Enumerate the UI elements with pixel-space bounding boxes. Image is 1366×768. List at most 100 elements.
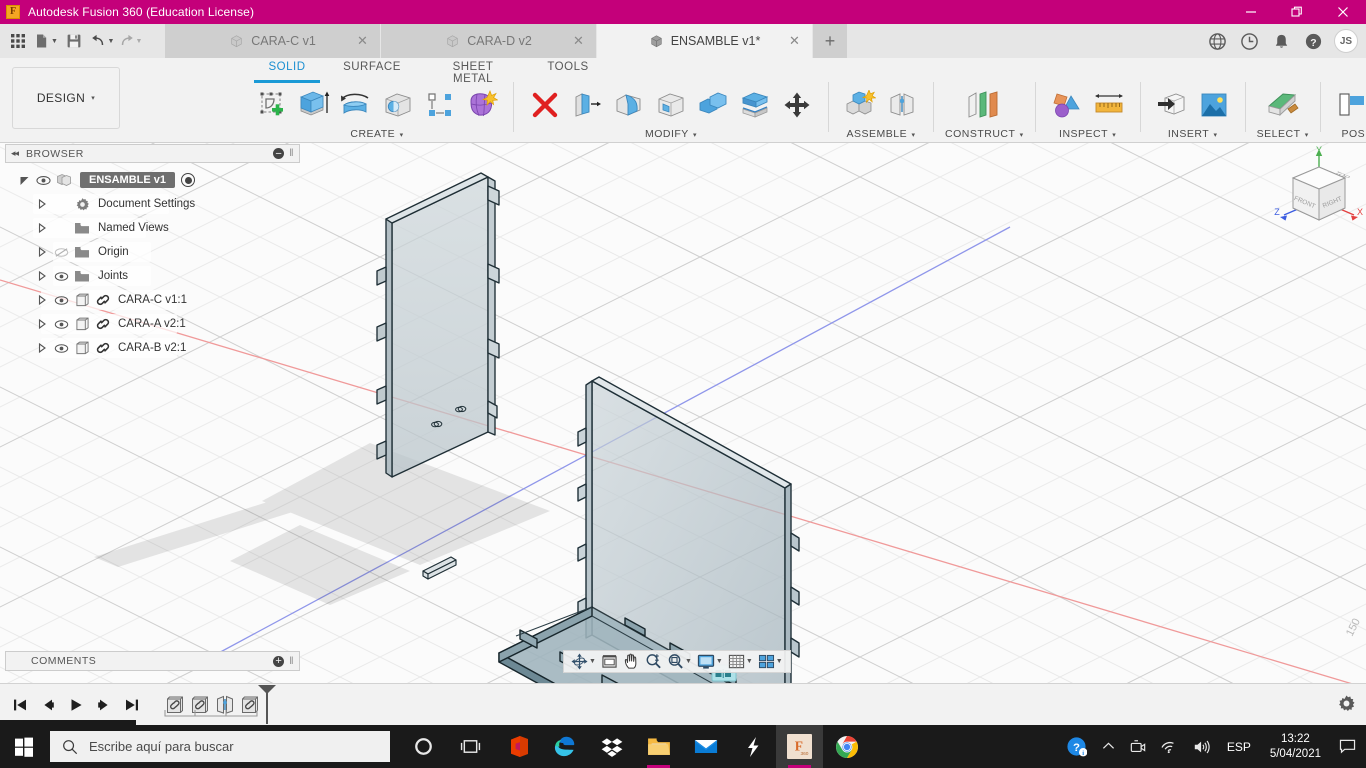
ribbon-group-label[interactable]: SELECT ▾ — [1257, 128, 1309, 140]
edge-icon[interactable] — [541, 725, 588, 768]
hole-icon[interactable] — [378, 84, 418, 126]
dropbox-icon[interactable] — [588, 725, 635, 768]
look-at-icon[interactable] — [599, 651, 620, 672]
save-button[interactable] — [61, 28, 87, 54]
timeline-settings-button[interactable] — [1337, 694, 1356, 716]
visibility-eye-icon[interactable] — [51, 271, 71, 282]
ribbon-tab-solid[interactable]: SOLID — [248, 61, 326, 83]
close-tab-icon[interactable]: ✕ — [787, 33, 802, 48]
grid-snaps-icon[interactable]: ▼ — [726, 651, 755, 672]
document-tab-cara-c[interactable]: CARA-C v1 ✕ — [165, 24, 381, 58]
timeline-step-back-button[interactable] — [36, 693, 60, 717]
close-tab-icon[interactable]: ✕ — [355, 33, 370, 48]
file-menu-button[interactable]: ▼ — [33, 28, 59, 54]
panel-resize-grip[interactable]: ‖ — [289, 148, 294, 159]
start-button[interactable] — [0, 725, 48, 768]
document-tab-ensamble[interactable]: ENSAMBLE v1* ✕ — [597, 24, 813, 58]
expand-triangle-icon[interactable] — [33, 271, 51, 281]
expand-triangle-icon[interactable] — [33, 343, 51, 353]
ribbon-group-label[interactable]: INSPECT ▾ — [1059, 128, 1116, 140]
tree-item-cara-b[interactable]: CARA-B v2:1 — [5, 336, 300, 360]
fillet-icon[interactable] — [609, 84, 649, 126]
panel-resize-grip[interactable]: ‖ — [289, 656, 294, 667]
help-support-icon[interactable]: ? i — [1059, 725, 1094, 768]
taskview-icon[interactable] — [447, 725, 494, 768]
viewports-icon[interactable]: ▼ — [756, 651, 785, 672]
timeline-begin-button[interactable] — [8, 693, 32, 717]
ribbon-group-label[interactable]: MODIFY ▾ — [645, 128, 697, 140]
interference-icon[interactable] — [1047, 84, 1087, 126]
view-cube[interactable]: Y X Z TOP FRONT RIGHT — [1262, 145, 1366, 241]
tree-item-ensamble[interactable]: ENSAMBLE v1 — [5, 168, 300, 192]
language-indicator[interactable]: ESP — [1219, 725, 1259, 768]
new-component-icon[interactable] — [840, 84, 880, 126]
ribbon-group-label[interactable]: POSITION ▾ — [1341, 128, 1366, 140]
chrome-icon[interactable] — [823, 725, 870, 768]
user-avatar[interactable]: JS — [1334, 29, 1358, 53]
visibility-eye-icon[interactable] — [51, 295, 71, 306]
tree-item-origin[interactable]: Origin — [5, 240, 300, 264]
ribbon-group-label[interactable]: ASSEMBLE ▾ — [846, 128, 915, 140]
taskbar-clock[interactable]: 13:22 5/04/2021 — [1260, 725, 1331, 768]
taskbar-search-box[interactable]: Escribe aquí para buscar — [50, 731, 390, 762]
collapse-panel-icon[interactable]: ◂◂ — [11, 148, 19, 159]
expand-triangle-icon[interactable] — [33, 319, 51, 329]
move-copy-icon[interactable] — [777, 84, 817, 126]
expand-triangle-icon[interactable] — [33, 295, 51, 305]
revolve-icon[interactable] — [336, 84, 376, 126]
ribbon-group-label[interactable]: CONSTRUCT ▾ — [945, 128, 1024, 140]
minimize-panel-icon[interactable]: − — [273, 148, 285, 159]
visibility-eye-icon[interactable] — [33, 175, 53, 186]
orbit-icon[interactable]: ▼ — [569, 651, 598, 672]
volume-icon[interactable] — [1186, 725, 1218, 768]
measure-icon[interactable] — [1089, 84, 1129, 126]
insert-canvas-icon[interactable] — [1194, 84, 1234, 126]
timeline-step-forward-button[interactable] — [92, 693, 116, 717]
notification-center-icon[interactable] — [1332, 725, 1362, 768]
restore-button[interactable] — [1274, 0, 1320, 24]
tree-item-named-views[interactable]: Named Views — [5, 216, 300, 240]
close-tab-icon[interactable]: ✕ — [571, 33, 586, 48]
mail-icon[interactable] — [682, 725, 729, 768]
show-hidden-icons-button[interactable] — [1095, 725, 1122, 768]
expand-triangle-icon[interactable] — [33, 199, 51, 209]
display-settings-icon[interactable]: ▼ — [695, 651, 725, 672]
ribbon-tab-sheet-metal[interactable]: SHEET METAL — [418, 61, 528, 85]
press-pull-icon[interactable] — [525, 84, 565, 126]
chevron-down-icon[interactable]: ▼ — [776, 658, 783, 665]
create-sketch-icon[interactable] — [252, 84, 292, 126]
shareit-icon[interactable] — [729, 725, 776, 768]
fit-icon[interactable]: ▼ — [665, 651, 694, 672]
bell-icon[interactable] — [1267, 27, 1295, 55]
visibility-eye-icon[interactable] — [51, 319, 71, 330]
ribbon-group-label[interactable]: CREATE ▾ — [350, 128, 403, 140]
offset-plane-icon[interactable] — [956, 84, 1012, 126]
close-button[interactable] — [1320, 0, 1366, 24]
timeline-end-marker[interactable] — [256, 684, 278, 729]
app-grid-icon[interactable] — [5, 28, 31, 54]
select-paint-icon[interactable] — [1257, 84, 1309, 126]
tree-item-joints[interactable]: Joints — [5, 264, 300, 288]
shell-icon[interactable] — [651, 84, 691, 126]
visibility-eye-off-icon[interactable] — [51, 247, 71, 258]
tree-item-cara-a[interactable]: CARA-A v2:1 — [5, 312, 300, 336]
chevron-down-icon[interactable]: ▼ — [716, 658, 723, 665]
file-explorer-icon[interactable] — [635, 725, 682, 768]
expand-triangle-icon[interactable] — [33, 223, 51, 233]
globe-icon[interactable] — [1203, 27, 1231, 55]
document-tab-cara-d[interactable]: CARA-D v2 ✕ — [381, 24, 597, 58]
comments-panel[interactable]: COMMENTS + ‖ — [5, 651, 300, 671]
insert-derive-icon[interactable] — [1152, 84, 1192, 126]
ribbon-tab-surface[interactable]: SURFACE — [326, 61, 418, 78]
ribbon-tab-tools[interactable]: TOOLS — [528, 61, 608, 78]
activate-component-radio[interactable] — [181, 173, 196, 187]
form-icon[interactable] — [462, 84, 502, 126]
wifi-icon[interactable] — [1154, 725, 1185, 768]
zoom-icon[interactable] — [643, 651, 664, 672]
align-icon[interactable] — [1332, 84, 1366, 126]
expand-triangle-icon[interactable] — [15, 175, 33, 186]
office-icon[interactable] — [494, 725, 541, 768]
clock-icon[interactable] — [1235, 27, 1263, 55]
offset-face-icon[interactable] — [567, 84, 607, 126]
chevron-down-icon[interactable]: ▼ — [685, 658, 692, 665]
